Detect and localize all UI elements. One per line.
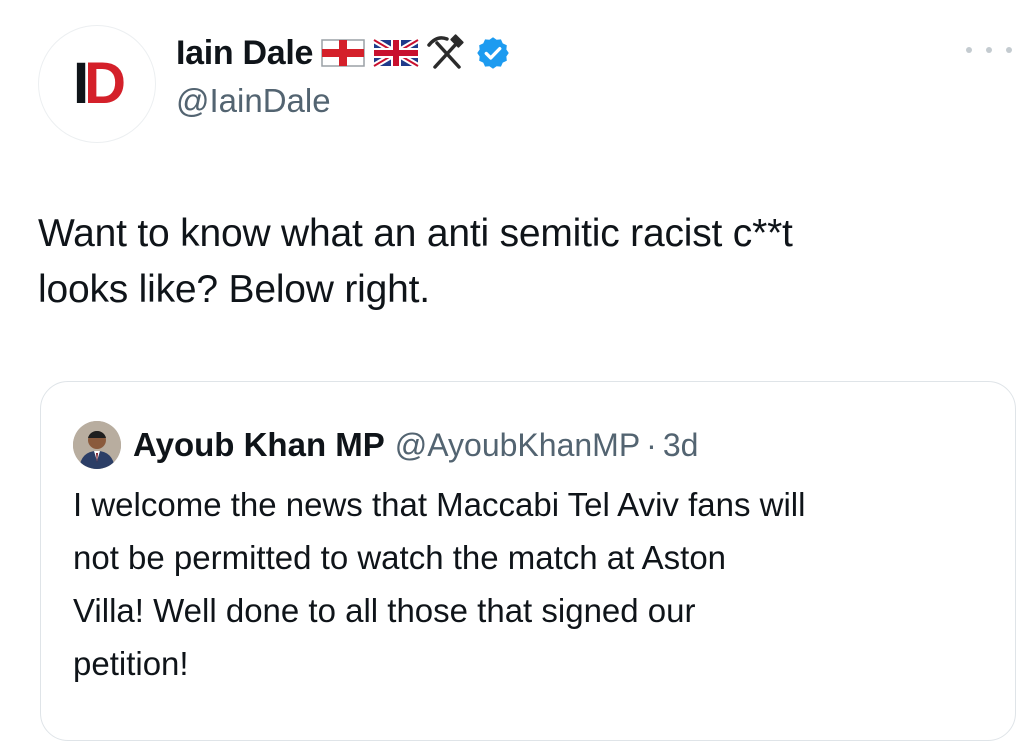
quoted-tweet-header: Ayoub Khan MP @AyoubKhanMP · 3d: [73, 421, 699, 469]
author-name-row: Iain Dale: [176, 30, 511, 76]
more-options-icon[interactable]: [966, 36, 1012, 64]
quoted-handle[interactable]: @AyoubKhanMP: [395, 427, 640, 464]
more-dot: [986, 47, 992, 53]
quoted-timestamp[interactable]: 3d: [663, 427, 699, 464]
author-display-name[interactable]: Iain Dale: [176, 34, 313, 73]
more-dot: [1006, 47, 1012, 53]
dot-separator: ·: [646, 426, 657, 463]
verified-badge-icon[interactable]: [475, 35, 511, 71]
tweet-text-line: Want to know what an anti semitic racist…: [38, 212, 793, 255]
tweet-body: Want to know what an anti semitic racist…: [38, 206, 998, 318]
england-flag-icon: [321, 38, 365, 68]
hammer-pick-icon: [427, 33, 467, 73]
more-dot: [966, 47, 972, 53]
quoted-display-name[interactable]: Ayoub Khan MP: [133, 426, 385, 464]
quoted-tweet-card[interactable]: Ayoub Khan MP @AyoubKhanMP · 3d I welcom…: [40, 381, 1016, 741]
quoted-text-line: petition!: [73, 645, 189, 682]
id-logo: ID: [72, 51, 126, 116]
logo-letter-i: I: [72, 51, 89, 116]
quoted-text-line: I welcome the news that Maccabi Tel Aviv…: [73, 486, 806, 523]
union-jack-icon: [373, 38, 420, 68]
quoted-text-line: not be permitted to watch the match at A…: [73, 539, 727, 576]
author-avatar[interactable]: ID: [38, 25, 156, 143]
quoted-tweet-body: I welcome the news that Maccabi Tel Aviv…: [73, 478, 993, 690]
author-handle[interactable]: @IainDale: [176, 82, 331, 120]
tweet-text-line: looks like? Below right.: [38, 268, 430, 311]
logo-letter-d: D: [84, 51, 126, 116]
quoted-author-avatar[interactable]: [73, 421, 121, 469]
quoted-text-line: Villa! Well done to all those that signe…: [73, 592, 696, 629]
